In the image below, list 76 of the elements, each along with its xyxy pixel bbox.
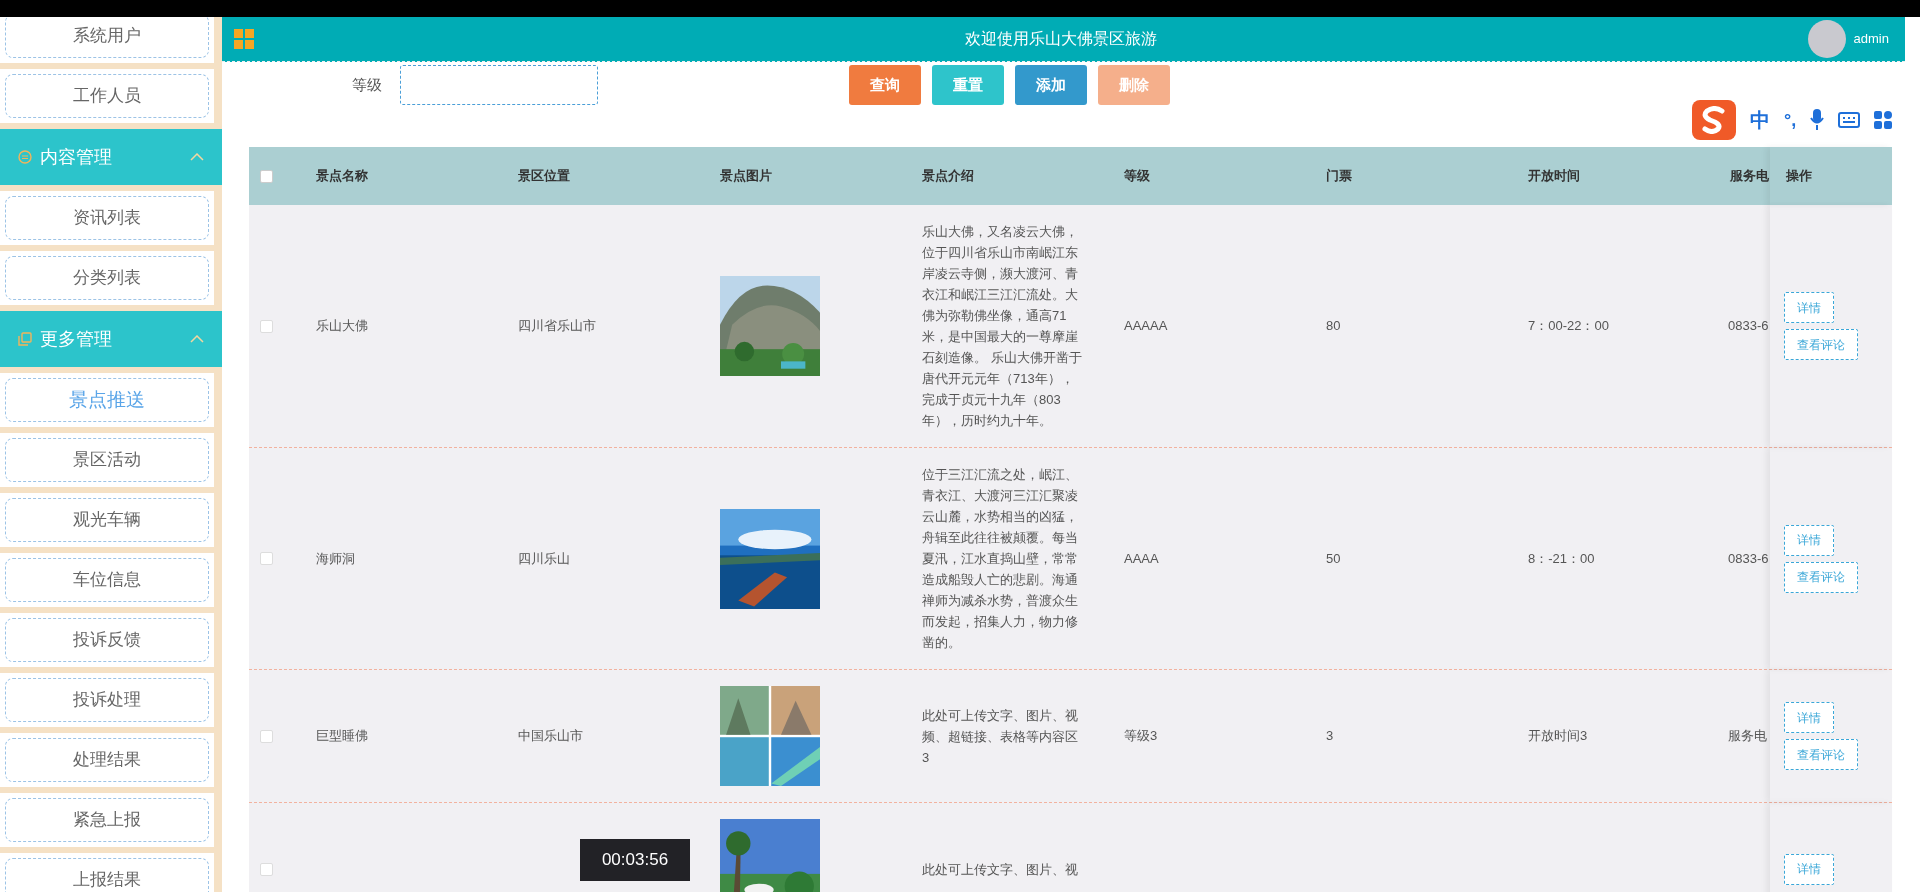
column-header: 等级 bbox=[1123, 167, 1151, 186]
column-header: 景点名称 bbox=[315, 167, 369, 186]
select-all-checkbox[interactable] bbox=[260, 169, 273, 183]
chat-icon bbox=[18, 150, 32, 164]
table-cell: 四川省乐山市 bbox=[518, 318, 596, 334]
section-label: 内容管理 bbox=[40, 145, 112, 169]
sidebar-item[interactable]: 投诉反馈 bbox=[5, 618, 209, 662]
column-header: 景区位置 bbox=[517, 167, 571, 186]
user-name[interactable]: admin bbox=[1853, 29, 1889, 49]
table-cell: 乐山大佛 bbox=[316, 318, 368, 334]
table-cell: 80 bbox=[1326, 318, 1341, 334]
table-cell: AAAA bbox=[1124, 550, 1159, 566]
table-cell: 8：-21：00 bbox=[1528, 550, 1595, 566]
column-header: 门票 bbox=[1325, 167, 1353, 186]
table-cell: 海师洞 bbox=[316, 550, 355, 566]
input-mode[interactable]: 中 bbox=[1750, 105, 1770, 135]
avatar[interactable] bbox=[1807, 20, 1846, 58]
sogou-logo-icon[interactable] bbox=[1692, 100, 1736, 140]
details-button[interactable]: 详情 bbox=[1784, 292, 1834, 323]
microphone-icon[interactable] bbox=[1810, 109, 1825, 131]
details-button[interactable]: 详情 bbox=[1784, 524, 1834, 556]
row-checkbox[interactable] bbox=[260, 729, 273, 743]
table-cell: 开放时间3 bbox=[1528, 728, 1588, 744]
sidebar-item[interactable]: 分类列表 bbox=[5, 256, 209, 300]
level-label: 等级 bbox=[352, 74, 382, 95]
sidebar-item[interactable]: 紧急上报 bbox=[5, 798, 209, 842]
table-cell: 50 bbox=[1326, 550, 1341, 566]
table-cell: 0833-6 bbox=[1728, 318, 1769, 334]
view-comments-button[interactable]: 查看评论 bbox=[1784, 561, 1858, 593]
sidebar-item[interactable]: 景区活动 bbox=[5, 438, 209, 482]
table-cell: 7：00-22：00 bbox=[1528, 318, 1609, 334]
details-button[interactable]: 详情 bbox=[1784, 853, 1834, 885]
header-title: 欢迎使用乐山大佛景区旅游 bbox=[963, 29, 1158, 49]
column-header: 操作 bbox=[1770, 147, 1892, 205]
table-cell-text: 乐山大佛，又名凌云大佛，位于四川省乐山市南岷江东岸凌云寺侧，濒大渡河、青衣江和岷江三江汇流处。大佛为弥勒佛坐像，通高71米，是中国最大的一尊摩崖石刻造像。 乐山大佛开凿于唐代开元元年（713年），完成于贞元十九年（803年），历时约九十年。 bbox=[922, 223, 1082, 430]
sidebar-item[interactable]: 处理结果 bbox=[5, 738, 209, 782]
table-cell-text: 此处可上传文字、图片、视 bbox=[922, 860, 1079, 879]
section-label: 更多管理 bbox=[40, 327, 112, 351]
video-timestamp: 00:03:56 bbox=[580, 839, 690, 881]
add-button[interactable]: 添加 bbox=[1015, 65, 1087, 105]
column-header: 服务电 bbox=[1729, 167, 1770, 186]
sidebar-section-header[interactable]: 内容管理 bbox=[0, 129, 222, 185]
column-header: 景点图片 bbox=[719, 167, 773, 186]
sidebar-item[interactable]: 景点推送 bbox=[5, 378, 209, 422]
query-button[interactable]: 查询 bbox=[849, 65, 921, 105]
table-cell: 0833-6 bbox=[1728, 550, 1769, 566]
table-cell: 巨型睡佛 bbox=[316, 728, 368, 744]
row-checkbox[interactable] bbox=[260, 862, 273, 876]
table-cell: 等级3 bbox=[1124, 728, 1158, 744]
sidebar-item[interactable]: 工作人员 bbox=[5, 74, 209, 118]
punctuation-mode[interactable]: °, bbox=[1784, 106, 1797, 134]
sidebar-item[interactable]: 车位信息 bbox=[5, 558, 209, 602]
keyboard-icon[interactable] bbox=[1838, 112, 1861, 128]
copy-icon bbox=[18, 332, 32, 346]
view-comments-button[interactable]: 查看评论 bbox=[1784, 739, 1858, 770]
level-input[interactable] bbox=[400, 65, 598, 105]
sidebar-item[interactable]: 上报结果 bbox=[5, 858, 209, 892]
details-button[interactable]: 详情 bbox=[1784, 702, 1834, 733]
column-header: 开放时间 bbox=[1527, 167, 1581, 186]
grid-icon[interactable] bbox=[1874, 111, 1893, 129]
table-cell-text: 此处可上传文字、图片、视频、超链接、表格等内容区3 bbox=[922, 706, 1079, 767]
reset-button[interactable]: 重置 bbox=[932, 65, 1004, 105]
table-cell: 四川乐山 bbox=[518, 550, 570, 566]
view-comments-button[interactable]: 查看评论 bbox=[1784, 329, 1858, 360]
table-cell: 中国乐山市 bbox=[518, 728, 583, 744]
table-cell: 服务电 bbox=[1728, 728, 1767, 744]
table-cell: 3 bbox=[1326, 728, 1334, 744]
table-cell-text: 位于三江汇流之处，岷江、青衣江、大渡河三江汇聚凌云山麓，水势相当的凶猛，舟辑至此往往被颠覆。每当夏汛，江水直捣山壁，常常造成船毁人亡的悲剧。海通禅师为减杀水势，普渡众生而发起，招集人力，物力修凿的。 bbox=[922, 466, 1079, 652]
table-cell: AAAAA bbox=[1124, 318, 1168, 334]
row-checkbox[interactable] bbox=[260, 319, 273, 333]
column-header: 景点介绍 bbox=[921, 167, 975, 186]
sidebar-section-header[interactable]: 更多管理 bbox=[0, 311, 222, 367]
sidebar-item[interactable]: 投诉处理 bbox=[5, 678, 209, 722]
row-checkbox[interactable] bbox=[260, 552, 273, 565]
sidebar-item[interactable]: 资讯列表 bbox=[5, 196, 209, 240]
sidebar-item[interactable]: 观光车辆 bbox=[5, 498, 209, 542]
